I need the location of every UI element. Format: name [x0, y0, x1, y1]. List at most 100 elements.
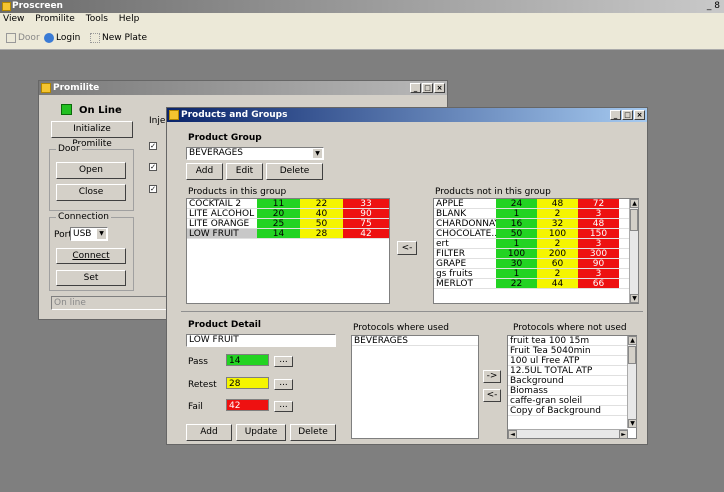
scroll-left-arrow[interactable]: ◄ — [508, 430, 517, 439]
injector-checkbox-3[interactable]: ✓ — [149, 185, 157, 193]
initialize-button[interactable]: Initialize Promilite — [51, 121, 133, 149]
port-select[interactable]: USB ▼ — [70, 227, 108, 241]
in-group-list[interactable]: COCKTAIL 2 11 22 33 LITE ALCOHOL 20 40 90 LITE O… — [186, 198, 390, 304]
protocols-hscrollbar[interactable]: ◄ ► — [508, 429, 628, 439]
detail-delete-button[interactable]: Delete — [290, 424, 336, 441]
list-item[interactable]: caffe-gran soleil — [508, 396, 636, 406]
connect-button[interactable]: Connect — [56, 248, 126, 264]
table-row[interactable]: CHARDONNAY 16 32 48 — [434, 219, 638, 229]
table-row[interactable]: gs fruits 1 2 3 — [434, 269, 638, 279]
cell-name: GRAPE — [436, 259, 467, 268]
fail-label: Fail — [188, 402, 203, 412]
maximize-button[interactable]: □ — [622, 110, 633, 120]
not-in-group-scrollbar[interactable]: ▲ ▼ — [629, 199, 639, 303]
cell-fail: 150 — [578, 229, 619, 239]
menu-help[interactable]: Help — [119, 14, 140, 24]
list-item[interactable]: 12.5UL TOTAL ATP — [508, 366, 636, 376]
table-row[interactable]: LOW FRUIT 14 28 42 — [187, 229, 389, 239]
detail-add-button[interactable]: Add — [186, 424, 232, 441]
login-button[interactable]: Login — [42, 30, 80, 46]
cell-fail: 66 — [578, 279, 619, 289]
new-plate-button[interactable]: New Plate — [88, 30, 147, 46]
table-row[interactable]: ert 1 2 3 — [434, 239, 638, 249]
cell-name: ert — [436, 239, 449, 248]
table-row[interactable]: BLANK 1 2 3 — [434, 209, 638, 219]
menu-promilite[interactable]: Promilite — [35, 14, 75, 24]
minimize-button[interactable]: _ — [410, 83, 421, 93]
retest-value[interactable]: 28 — [226, 377, 269, 389]
table-row[interactable]: FILTER 100 200 300 — [434, 249, 638, 259]
protocols-not-used-list[interactable]: fruit tea 100 15m Fruit Tea 5040min 100 ul… — [507, 335, 637, 439]
scroll-thumb[interactable] — [628, 346, 636, 364]
cell-pass: 50 — [496, 229, 537, 239]
retest-label: Retest — [188, 380, 217, 390]
window-controls[interactable]: _ 8 — [707, 0, 720, 13]
close-door-button[interactable]: Close — [56, 184, 126, 201]
cell-pass: 25 — [257, 219, 300, 229]
fail-color-button[interactable]: ... — [274, 401, 293, 412]
list-item[interactable]: Copy of Background — [508, 406, 636, 416]
move-left-button[interactable]: <- — [397, 241, 417, 255]
detail-update-button[interactable]: Update — [236, 424, 286, 441]
door-group-label: Door — [56, 144, 82, 154]
list-item[interactable]: Fruit Tea 5040min — [508, 346, 636, 356]
cell-fail: 300 — [578, 249, 619, 259]
minimize-button[interactable]: _ — [610, 110, 621, 120]
remove-protocol-button[interactable]: <- — [483, 389, 501, 402]
pass-color-button[interactable]: ... — [274, 356, 293, 367]
product-group-select[interactable]: BEVERAGES ▼ — [186, 147, 324, 160]
cell-name: LOW FRUIT — [189, 229, 239, 238]
group-edit-button[interactable]: Edit — [226, 163, 263, 180]
menu-tools[interactable]: Tools — [86, 14, 108, 24]
set-button[interactable]: Set — [56, 270, 126, 286]
scroll-up-arrow[interactable]: ▲ — [630, 199, 639, 208]
cell-retest: 48 — [537, 199, 578, 209]
pass-label: Pass — [188, 357, 208, 367]
group-delete-button[interactable]: Delete — [266, 163, 323, 180]
list-item[interactable]: Biomass — [508, 386, 636, 396]
table-row[interactable]: LITE ORANGE 25 50 75 — [187, 219, 389, 229]
table-row[interactable]: MERLOT 22 44 66 — [434, 279, 638, 289]
product-name-input[interactable]: LOW FRUIT — [186, 334, 336, 347]
group-add-button[interactable]: Add — [186, 163, 223, 180]
injector-checkbox-2[interactable]: ✓ — [149, 163, 157, 171]
injector-checkbox-1[interactable]: ✓ — [149, 142, 157, 150]
scroll-down-arrow[interactable]: ▼ — [628, 419, 637, 428]
table-row[interactable]: LITE ALCOHOL 20 40 90 — [187, 209, 389, 219]
list-item[interactable]: BEVERAGES — [352, 336, 478, 346]
login-label: Login — [56, 33, 81, 43]
list-item[interactable]: 100 ul Free ATP — [508, 356, 636, 366]
table-row[interactable]: APPLE 24 48 72 — [434, 199, 638, 209]
cell-retest: 32 — [537, 219, 578, 229]
cell-retest: 28 — [300, 229, 343, 239]
protocols-scrollbar[interactable]: ▲ ▼ — [627, 336, 637, 428]
divider — [181, 311, 643, 312]
close-button[interactable]: × — [434, 83, 445, 93]
table-row[interactable]: COCKTAIL 2 11 22 33 — [187, 199, 389, 209]
menu-view[interactable]: View — [3, 14, 24, 24]
close-button[interactable]: × — [634, 110, 645, 120]
promilite-title: Promilite — [53, 83, 100, 93]
cell-retest: 200 — [537, 249, 578, 259]
door-button[interactable]: Door — [4, 30, 40, 46]
not-in-group-list[interactable]: APPLE 24 48 72 BLANK 1 2 3 CHARDONNAY 16 32 48 CHOCO… — [433, 198, 639, 304]
list-item[interactable]: fruit tea 100 15m — [508, 336, 636, 346]
door-group: Door Open Close — [49, 144, 134, 211]
cell-pass: 1 — [496, 239, 537, 249]
fail-value[interactable]: 42 — [226, 399, 269, 411]
add-protocol-button[interactable]: -> — [483, 370, 501, 383]
open-button[interactable]: Open — [56, 162, 126, 179]
scroll-up-arrow[interactable]: ▲ — [628, 336, 637, 345]
cell-pass: 16 — [496, 219, 537, 229]
scroll-right-arrow[interactable]: ► — [619, 430, 628, 439]
maximize-button[interactable]: □ — [422, 83, 433, 93]
scroll-down-arrow[interactable]: ▼ — [630, 294, 639, 303]
table-row[interactable]: CHOCOLATE.. 50 100 150 — [434, 229, 638, 239]
protocols-used-list[interactable]: BEVERAGES — [351, 335, 479, 439]
pass-value[interactable]: 14 — [226, 354, 269, 366]
cell-retest: 60 — [537, 259, 578, 269]
retest-color-button[interactable]: ... — [274, 379, 293, 390]
list-item[interactable]: Background — [508, 376, 636, 386]
table-row[interactable]: GRAPE 30 60 90 — [434, 259, 638, 269]
scroll-thumb[interactable] — [630, 209, 638, 231]
